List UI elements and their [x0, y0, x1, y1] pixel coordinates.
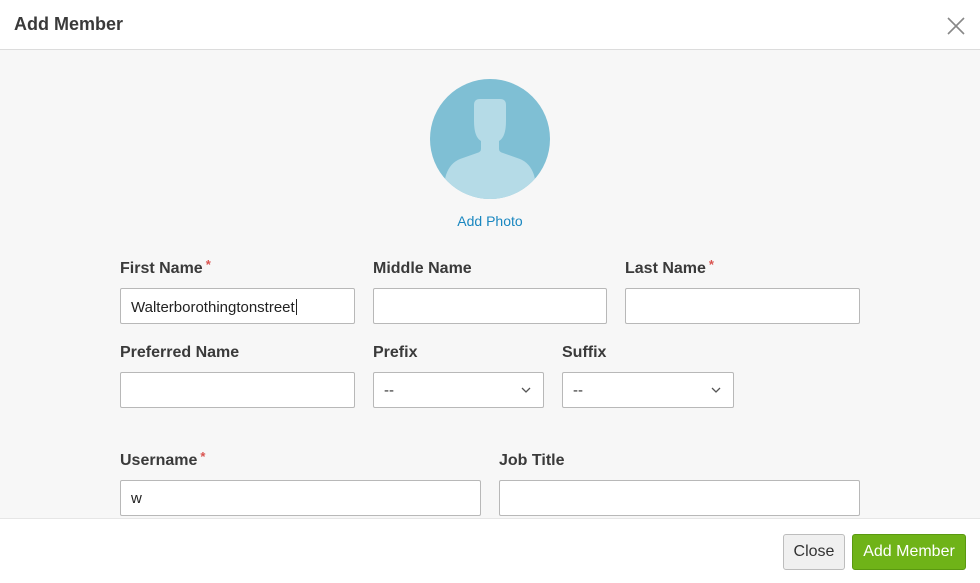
required-mark: * [205, 257, 211, 272]
chevron-down-icon [711, 387, 721, 393]
text-caret [295, 299, 297, 315]
dialog-title: Add Member [14, 14, 124, 34]
last-name-field[interactable] [625, 288, 860, 324]
username-label-text: Username [120, 452, 198, 469]
middle-name-field[interactable] [373, 288, 607, 324]
last-name-label: Last Name * [625, 257, 714, 278]
close-icon[interactable] [946, 16, 966, 36]
dialog-footer: Close Add Member [0, 518, 980, 583]
prefix-selected-value: -- [384, 382, 394, 399]
dialog-header: Add Member [0, 0, 980, 50]
middle-name-label-text: Middle Name [373, 260, 472, 277]
required-mark: * [200, 449, 206, 464]
suffix-label-text: Suffix [562, 344, 607, 361]
suffix-select[interactable]: -- [562, 372, 734, 408]
add-photo-link[interactable]: Add Photo [0, 213, 980, 229]
username-label: Username * [120, 449, 206, 470]
preferred-name-field[interactable] [120, 372, 355, 408]
first-name-label-text: First Name [120, 260, 203, 277]
close-button[interactable]: Close [783, 534, 845, 570]
first-name-value: Walterborothingtonstreet [131, 299, 295, 316]
required-mark: * [708, 257, 714, 272]
first-name-label: First Name * [120, 257, 211, 278]
prefix-label: Prefix [373, 344, 417, 362]
first-name-field[interactable]: Walterborothingtonstreet [120, 288, 355, 324]
avatar-placeholder-icon[interactable] [430, 79, 550, 199]
middle-name-label: Middle Name [373, 260, 472, 278]
prefix-label-text: Prefix [373, 344, 418, 361]
dialog-body: Add Photo First Name * Walterborothington… [0, 50, 980, 518]
preferred-name-label-text: Preferred Name [120, 344, 240, 361]
chevron-down-icon [521, 387, 531, 393]
prefix-select[interactable]: -- [373, 372, 544, 408]
job-title-label: Job Title [499, 452, 565, 470]
suffix-label: Suffix [562, 344, 606, 362]
preferred-name-label: Preferred Name [120, 344, 239, 362]
job-title-label-text: Job Title [499, 452, 565, 469]
job-title-field[interactable] [499, 480, 860, 516]
add-member-button[interactable]: Add Member [852, 534, 966, 570]
suffix-selected-value: -- [573, 382, 583, 399]
username-field[interactable]: w [120, 480, 481, 516]
last-name-label-text: Last Name [625, 260, 706, 277]
